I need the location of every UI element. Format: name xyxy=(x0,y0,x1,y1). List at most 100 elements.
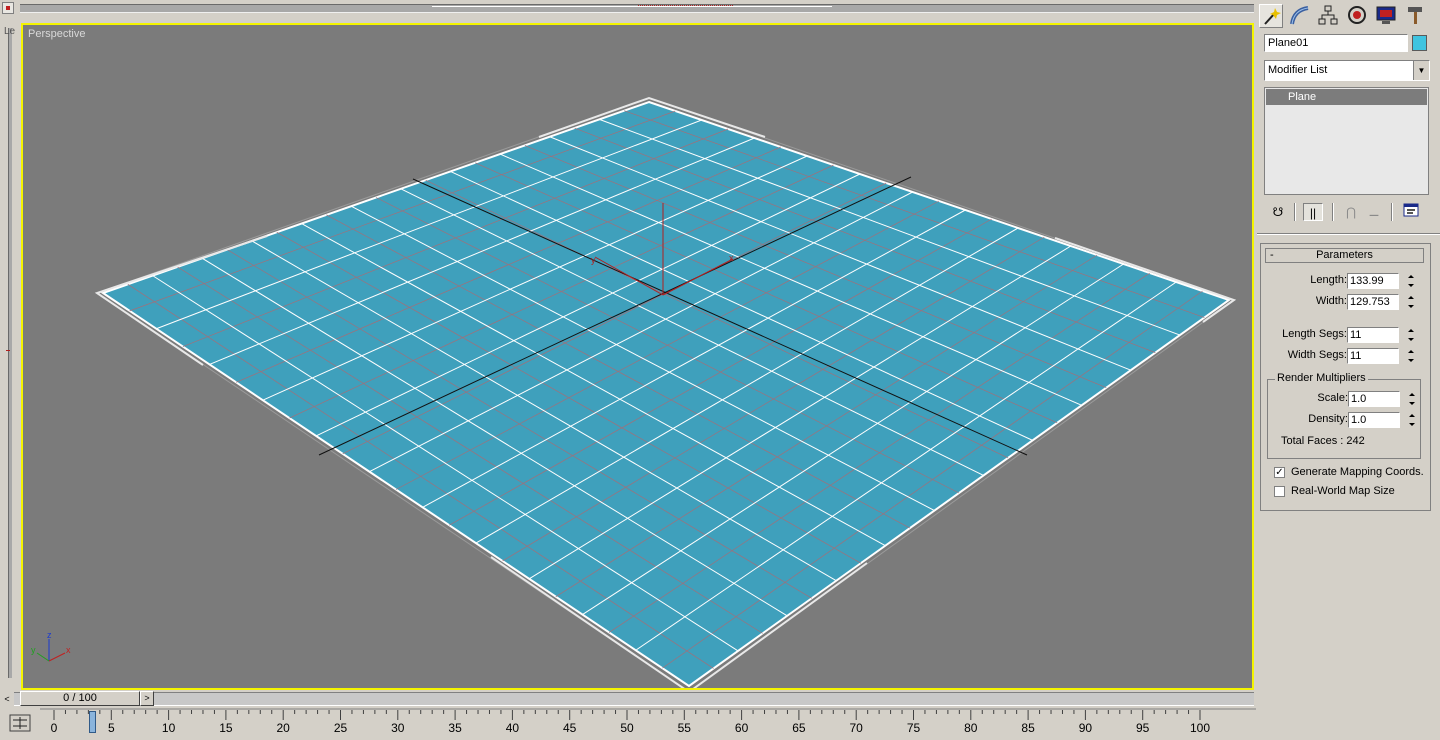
track-bar-label: 0 xyxy=(50,721,58,735)
scale-spinner[interactable] xyxy=(1407,391,1417,407)
modifier-stack[interactable]: Plane xyxy=(1264,87,1429,195)
motion-icon xyxy=(1348,6,1366,24)
panel-divider xyxy=(1257,233,1440,235)
top-viewport-slider xyxy=(0,0,1256,18)
time-slider-thumb[interactable]: 0 / 100 xyxy=(20,691,140,706)
object-name-field[interactable] xyxy=(1264,34,1408,52)
viewport-label[interactable]: Perspective xyxy=(28,28,85,40)
hierarchy-tab[interactable] xyxy=(1317,4,1341,28)
length-field[interactable]: 133.99 xyxy=(1347,273,1399,289)
configure-sets-glyph xyxy=(1403,203,1419,217)
parameters-rollout: - Parameters Length: 133.99 Width: 129.7… xyxy=(1260,243,1431,511)
track-bar-label: 20 xyxy=(276,721,290,735)
total-faces-readout: Total Faces : 242 xyxy=(1281,435,1365,447)
top-slider-marker xyxy=(638,5,733,13)
current-frame-marker[interactable] xyxy=(89,711,96,733)
track-bar-label: 30 xyxy=(391,721,405,735)
parameters-rollout-header[interactable]: - Parameters xyxy=(1265,248,1424,263)
track-bar-label: 100 xyxy=(1189,721,1211,735)
render-multipliers-group: Render Multipliers Scale: 1.0 Density: 1… xyxy=(1267,372,1421,459)
collapse-icon[interactable]: - xyxy=(1270,249,1274,262)
track-bar-label: 40 xyxy=(505,721,520,735)
track-bar-label: 45 xyxy=(563,721,577,735)
magic-wand-icon xyxy=(1264,8,1281,25)
width-field[interactable]: 129.753 xyxy=(1347,294,1399,310)
parameters-title: Parameters xyxy=(1316,249,1373,261)
track-bar-ticks xyxy=(40,708,1256,720)
track-bar-label: 35 xyxy=(448,721,462,735)
left-slider-marker xyxy=(6,350,10,351)
motion-tab[interactable] xyxy=(1346,4,1370,28)
track-bar-label: 55 xyxy=(677,721,691,735)
width-segs-spinner[interactable] xyxy=(1406,348,1416,364)
density-field[interactable]: 1.0 xyxy=(1348,412,1400,428)
scale-label: Scale: xyxy=(1317,392,1348,404)
axis-x-label: x xyxy=(66,645,71,655)
top-slider-track[interactable] xyxy=(20,4,1254,13)
track-bar-label: 25 xyxy=(333,721,348,735)
axis-tripod: z x y xyxy=(31,630,71,662)
generate-mapping-label[interactable]: Generate Mapping Coords. xyxy=(1291,466,1424,478)
modifier-list-dropdown[interactable]: Modifier List ▼ xyxy=(1264,60,1430,81)
time-slider-prev-button[interactable]: < xyxy=(1,692,13,706)
perspective-viewport[interactable]: y x Perspective z x y xyxy=(21,23,1254,690)
curve-editor-icon[interactable] xyxy=(9,714,31,732)
modifier-list-label: Modifier List xyxy=(1268,64,1328,76)
configure-sets-icon[interactable] xyxy=(1401,203,1421,221)
track-bar-label: 85 xyxy=(1021,721,1035,735)
viewport-layout-menu-button[interactable] xyxy=(2,2,14,14)
svg-text:x: x xyxy=(729,253,734,263)
length-spinner[interactable] xyxy=(1406,273,1416,289)
length-segs-field[interactable]: 11 xyxy=(1347,327,1399,343)
chevron-down-icon[interactable]: ▼ xyxy=(1413,61,1429,80)
hierarchy-icon xyxy=(1318,5,1338,25)
modify-tab[interactable] xyxy=(1288,4,1312,28)
show-end-result-icon[interactable]: || xyxy=(1303,203,1323,221)
display-tab[interactable] xyxy=(1375,4,1399,28)
width-spinner[interactable] xyxy=(1406,294,1416,310)
density-spinner[interactable] xyxy=(1407,412,1417,428)
time-slider-track[interactable] xyxy=(14,692,1254,706)
width-segs-field[interactable]: 11 xyxy=(1347,348,1399,364)
stack-tool-divider xyxy=(1391,203,1393,221)
plane-object[interactable] xyxy=(100,100,1232,688)
width-segs-label: Width Segs: xyxy=(1287,349,1347,361)
real-world-map-size-label[interactable]: Real-World Map Size xyxy=(1291,485,1395,497)
svg-text:y: y xyxy=(591,255,596,265)
track-bar-label: 75 xyxy=(906,721,921,735)
length-label: Length: xyxy=(1310,274,1347,286)
time-slider-next-button[interactable]: > xyxy=(140,691,154,706)
track-bar-label: 70 xyxy=(849,721,863,735)
length-segs-label: Length Segs: xyxy=(1282,328,1347,340)
track-bar-label: 15 xyxy=(219,721,233,735)
track-bar-label: 60 xyxy=(734,721,749,735)
scale-field[interactable]: 1.0 xyxy=(1348,391,1400,407)
utilities-tab[interactable] xyxy=(1404,4,1428,28)
render-multipliers-title: Render Multipliers xyxy=(1275,372,1368,384)
track-bar-label: 80 xyxy=(964,721,978,735)
make-unique-icon[interactable]: ⋂ xyxy=(1341,203,1361,221)
track-bar-label: 65 xyxy=(792,721,806,735)
viewport-scene[interactable]: y x xyxy=(23,25,1252,688)
track-bar-ruler[interactable]: 0 5 10 15 20 25 30 35 40 45 50 55 60 65 70 75 80 85 90 95 10… xyxy=(40,708,1256,740)
time-slider: < 0 / 100 > xyxy=(0,690,1256,708)
object-color-swatch[interactable] xyxy=(1412,35,1427,51)
density-label: Density: xyxy=(1308,413,1348,425)
track-bar: 0 5 10 15 20 25 30 35 40 45 50 55 60 65 70 75 80 85 90 95 10… xyxy=(0,708,1256,740)
pin-stack-icon[interactable]: ☋ xyxy=(1268,203,1288,221)
remove-modifier-icon[interactable]: ⚊ xyxy=(1364,203,1384,221)
bend-icon xyxy=(1290,6,1309,25)
generate-mapping-checkbox[interactable]: ✓ xyxy=(1274,467,1285,478)
left-viewport-strip: Le xyxy=(0,18,20,690)
left-viewport-label: Le xyxy=(4,26,16,37)
left-slider-track[interactable] xyxy=(8,28,12,678)
real-world-map-size-checkbox[interactable] xyxy=(1274,486,1285,497)
track-bar-label: 10 xyxy=(161,721,176,735)
command-panel: Modifier List ▼ Plane ☋ || ⋂ ⚊ - Paramet… xyxy=(1257,0,1440,740)
length-segs-spinner[interactable] xyxy=(1406,327,1416,343)
track-bar-label: 5 xyxy=(107,721,115,735)
track-bar-label: 50 xyxy=(620,721,634,735)
stack-item-plane[interactable]: Plane xyxy=(1266,89,1427,105)
create-tab[interactable] xyxy=(1259,4,1283,28)
top-slider-thumb[interactable] xyxy=(432,6,832,12)
